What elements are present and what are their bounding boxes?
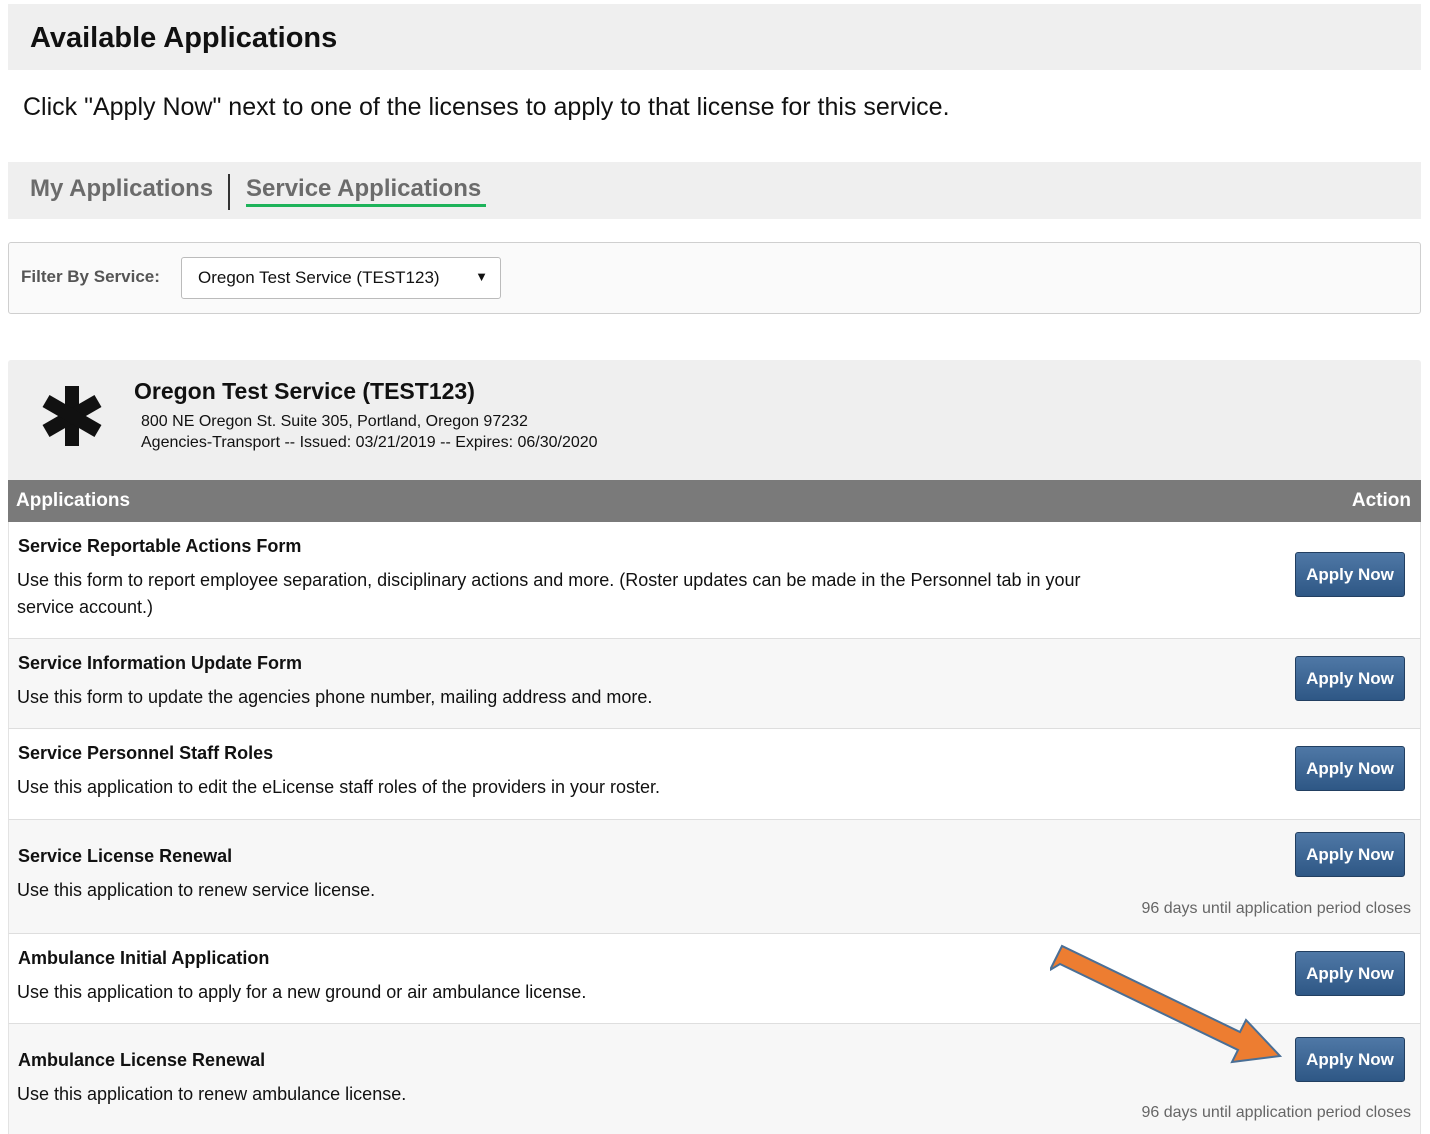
application-description: Use this application to apply for a new … (17, 982, 587, 1002)
apply-now-button[interactable]: Apply Now (1295, 656, 1405, 701)
tab-my-applications[interactable]: My Applications (30, 175, 213, 203)
application-title: Ambulance License Renewal (18, 1050, 266, 1070)
application-title: Service Information Update Form (18, 653, 303, 673)
service-license-meta: Agencies-Transport -- Issued: 03/21/2019… (141, 434, 598, 451)
application-title: Service Personnel Staff Roles (18, 743, 274, 763)
application-row: Service Reportable Actions Form Use this… (8, 522, 1421, 639)
application-row: Service Information Update Form Use this… (8, 639, 1421, 729)
applications-table-header: Applications Action (8, 480, 1421, 522)
application-row: Service Personnel Staff Roles Use this a… (8, 729, 1421, 820)
application-description: Use this application to edit the eLicens… (17, 777, 661, 797)
application-title: Ambulance Initial Application (18, 948, 270, 968)
apply-now-button[interactable]: Apply Now (1295, 951, 1405, 996)
application-description: Use this application to renew service li… (17, 880, 376, 900)
service-address: 800 NE Oregon St. Suite 305, Portland, O… (141, 413, 528, 430)
service-filter-value: Oregon Test Service (TEST123) (198, 268, 440, 287)
dropdown-arrow-icon: ▼ (475, 269, 488, 284)
application-title: Service License Renewal (18, 846, 233, 866)
page-title: Available Applications (30, 22, 338, 54)
application-row: Service License Renewal Use this applica… (8, 820, 1421, 934)
service-name: Oregon Test Service (TEST123) (134, 378, 475, 404)
active-tab-underline (246, 204, 486, 207)
application-description: Use this application to renew ambulance … (17, 1084, 407, 1104)
tabs-bar: My Applications Service Applications (8, 162, 1421, 219)
application-description: Use this form to update the agencies pho… (17, 687, 653, 707)
application-row: Ambulance License Renewal Use this appli… (8, 1024, 1421, 1134)
tab-divider (228, 174, 230, 210)
column-header-action: Action (1351, 490, 1411, 511)
tab-service-applications[interactable]: Service Applications (246, 175, 481, 203)
application-row: Ambulance Initial Application Use this a… (8, 934, 1421, 1024)
apply-now-button[interactable]: Apply Now (1295, 832, 1405, 877)
application-title: Service Reportable Actions Form (18, 536, 302, 556)
filter-panel: Filter By Service: Oregon Test Service (… (8, 242, 1421, 314)
application-description: Use this form to report employee separat… (17, 570, 1081, 617)
apply-now-button[interactable]: Apply Now (1295, 552, 1405, 597)
apply-now-button[interactable]: Apply Now (1295, 746, 1405, 791)
service-card: Oregon Test Service (TEST123) 800 NE Ore… (8, 360, 1421, 480)
application-period-note: 96 days until application period closes (1141, 1104, 1412, 1121)
instruction-text: Click "Apply Now" next to one of the lic… (23, 93, 950, 121)
applications-list: Service Reportable Actions Form Use this… (8, 522, 1421, 1134)
apply-now-button[interactable]: Apply Now (1295, 1037, 1405, 1082)
application-period-note: 96 days until application period closes (1141, 900, 1412, 917)
column-header-applications: Applications (16, 490, 131, 511)
service-filter-select[interactable]: Oregon Test Service (TEST123) ▼ (181, 257, 501, 299)
header-bar: Available Applications (8, 4, 1421, 70)
asterisk-star-of-life-icon (42, 386, 102, 446)
filter-label: Filter By Service: (21, 267, 160, 286)
